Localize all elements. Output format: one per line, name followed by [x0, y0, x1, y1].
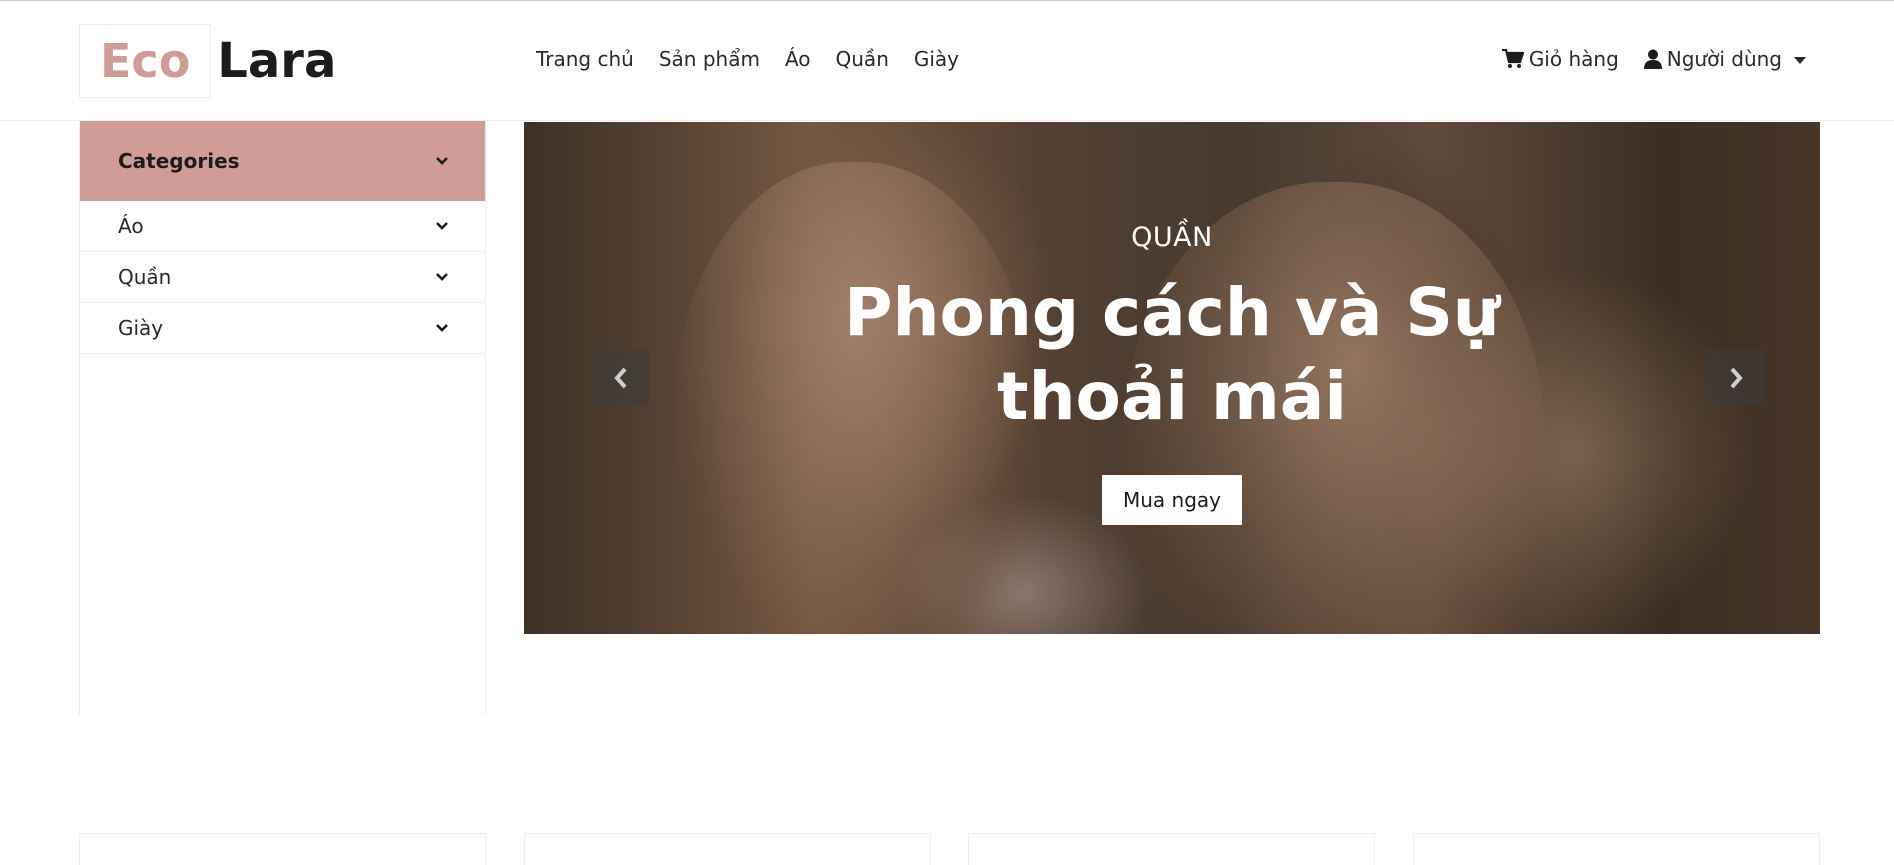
chevron-down-icon — [436, 222, 448, 230]
brand-logo-lara: Lara — [217, 33, 337, 89]
feature-card — [968, 833, 1375, 865]
carousel-next-button[interactable] — [1708, 350, 1764, 406]
nav-link-shoes[interactable]: Giày — [914, 47, 959, 71]
categories-title: Categories — [118, 149, 240, 173]
category-label: Áo — [118, 214, 144, 238]
hero-title: Phong cách và Sự thoải mái — [844, 274, 1500, 435]
user-icon — [1643, 49, 1662, 69]
caret-down-icon — [1794, 56, 1806, 64]
brand-logo[interactable]: Eco Lara — [79, 24, 336, 98]
navbar: Eco Lara Trang chủ Sản phẩm Áo Quần Giày… — [0, 1, 1894, 121]
nav-link-home[interactable]: Trang chủ — [536, 47, 634, 71]
chevron-left-icon — [614, 367, 627, 389]
feature-card — [79, 833, 486, 865]
category-sidebar: Categories Áo Quần Giày — [79, 121, 486, 715]
nav-right: Giỏ hàng Người dùng — [1477, 47, 1806, 71]
shop-now-button[interactable]: Mua ngay — [1101, 475, 1242, 525]
chevron-right-icon — [1730, 367, 1743, 389]
cart-label: Giỏ hàng — [1528, 47, 1619, 71]
cart-link[interactable]: Giỏ hàng — [1501, 47, 1619, 71]
chevron-down-icon — [436, 273, 448, 281]
categories-toggle[interactable]: Categories — [80, 121, 485, 201]
nav-link-shirts[interactable]: Áo — [785, 47, 811, 71]
chevron-down-icon — [436, 157, 448, 165]
category-label: Giày — [118, 316, 164, 340]
category-item-shirts[interactable]: Áo — [80, 201, 485, 252]
nav-link-products[interactable]: Sản phẩm — [659, 47, 760, 71]
category-item-pants[interactable]: Quần — [80, 252, 485, 303]
category-item-shoes[interactable]: Giày — [80, 303, 485, 354]
category-label: Quần — [118, 265, 172, 289]
feature-card — [524, 833, 931, 865]
feature-card — [1413, 833, 1820, 865]
user-dropdown[interactable]: Người dùng — [1643, 47, 1806, 71]
user-label: Người dùng — [1666, 47, 1782, 71]
main-nav: Trang chủ Sản phẩm Áo Quần Giày — [536, 47, 984, 71]
nav-link-pants[interactable]: Quần — [836, 47, 889, 71]
brand-logo-eco: Eco — [79, 24, 212, 98]
chevron-down-icon — [436, 324, 448, 332]
carousel-prev-button[interactable] — [593, 350, 649, 406]
hero-subtitle: QUẦN — [1131, 222, 1213, 253]
shopping-cart-icon — [1501, 49, 1524, 68]
hero-carousel: QUẦN Phong cách và Sự thoải mái Mua ngay — [524, 122, 1820, 634]
hero-caption: QUẦN Phong cách và Sự thoải mái Mua ngay — [744, 222, 1600, 525]
